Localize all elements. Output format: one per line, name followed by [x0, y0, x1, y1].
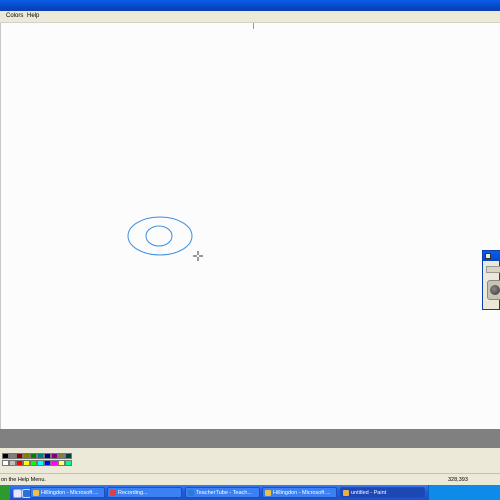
palette-swatch[interactable]: [16, 453, 23, 459]
canvas-drawing[interactable]: [120, 210, 210, 270]
taskbar-button-label: Hillingdon - Microsoft ...: [41, 490, 99, 496]
taskbar-app-icon: [110, 490, 116, 496]
palette-swatch[interactable]: [58, 453, 65, 459]
palette-swatch[interactable]: [37, 460, 44, 466]
palette-swatch[interactable]: [51, 460, 58, 466]
palette-swatch[interactable]: [65, 460, 72, 466]
color-palette: [0, 448, 500, 473]
taskbar-app-icon: [265, 490, 271, 496]
palette-swatch[interactable]: [23, 453, 30, 459]
menu-colors[interactable]: Colors: [6, 13, 23, 20]
palette-swatch[interactable]: [23, 460, 30, 466]
taskbar-app-icon: [343, 490, 349, 496]
taskbar-button-label: Recording...: [118, 490, 148, 496]
taskbar-app-icon: [33, 490, 39, 496]
show-desktop-icon[interactable]: [13, 489, 22, 498]
canvas-divider: [253, 23, 254, 29]
taskbar-button[interactable]: Hillingdon - Microsoft ...: [30, 487, 105, 498]
taskbar-app-icon: [188, 490, 194, 496]
floating-window-title-bar[interactable]: [483, 251, 500, 261]
palette-swatch[interactable]: [9, 453, 16, 459]
paint-canvas[interactable]: [0, 23, 500, 429]
taskbar: Hillingdon - Microsoft ... Recording... Te…: [0, 485, 500, 500]
palette-swatch[interactable]: [2, 453, 9, 459]
palette-swatch[interactable]: [58, 460, 65, 466]
inner-ellipse: [145, 225, 173, 247]
taskbar-button-label: Hillingdon - Microsoft ...: [273, 490, 331, 496]
floating-toolbar-window[interactable]: [482, 250, 500, 310]
taskbar-button[interactable]: TeacherTube - Teach...: [185, 487, 260, 498]
palette-swatch[interactable]: [2, 460, 9, 466]
palette-swatch[interactable]: [51, 453, 58, 459]
system-tray: [428, 485, 500, 500]
menu-bar: Colors Help: [0, 11, 500, 23]
palette-swatch[interactable]: [16, 460, 23, 466]
status-coordinates: 328,393: [448, 477, 468, 483]
taskbar-button[interactable]: Hillingdon - Microsoft ...: [262, 487, 337, 498]
start-button[interactable]: [0, 485, 10, 500]
title-bar: [0, 0, 500, 11]
palette-swatch[interactable]: [37, 453, 44, 459]
palette-swatch[interactable]: [44, 460, 51, 466]
knob-icon: [490, 285, 500, 295]
workspace-background: [0, 429, 500, 448]
record-button[interactable]: [487, 280, 500, 300]
palette-swatch[interactable]: [44, 453, 51, 459]
outer-ellipse: [127, 216, 193, 256]
taskbar-button[interactable]: untitled - Paint: [340, 487, 425, 498]
floating-window-strip: [486, 266, 500, 273]
status-help-text: on the Help Menu.: [1, 477, 46, 483]
palette-swatch[interactable]: [65, 453, 72, 459]
palette-swatch[interactable]: [9, 460, 16, 466]
taskbar-button-label: TeacherTube - Teach...: [196, 490, 252, 496]
app-icon: [485, 253, 491, 259]
palette-swatch[interactable]: [30, 460, 37, 466]
palette-swatch[interactable]: [30, 453, 37, 459]
crosshair-cursor-icon: [193, 251, 203, 261]
menu-help[interactable]: Help: [27, 13, 39, 20]
taskbar-button-label: untitled - Paint: [351, 490, 387, 496]
taskbar-button[interactable]: Recording...: [107, 487, 182, 498]
